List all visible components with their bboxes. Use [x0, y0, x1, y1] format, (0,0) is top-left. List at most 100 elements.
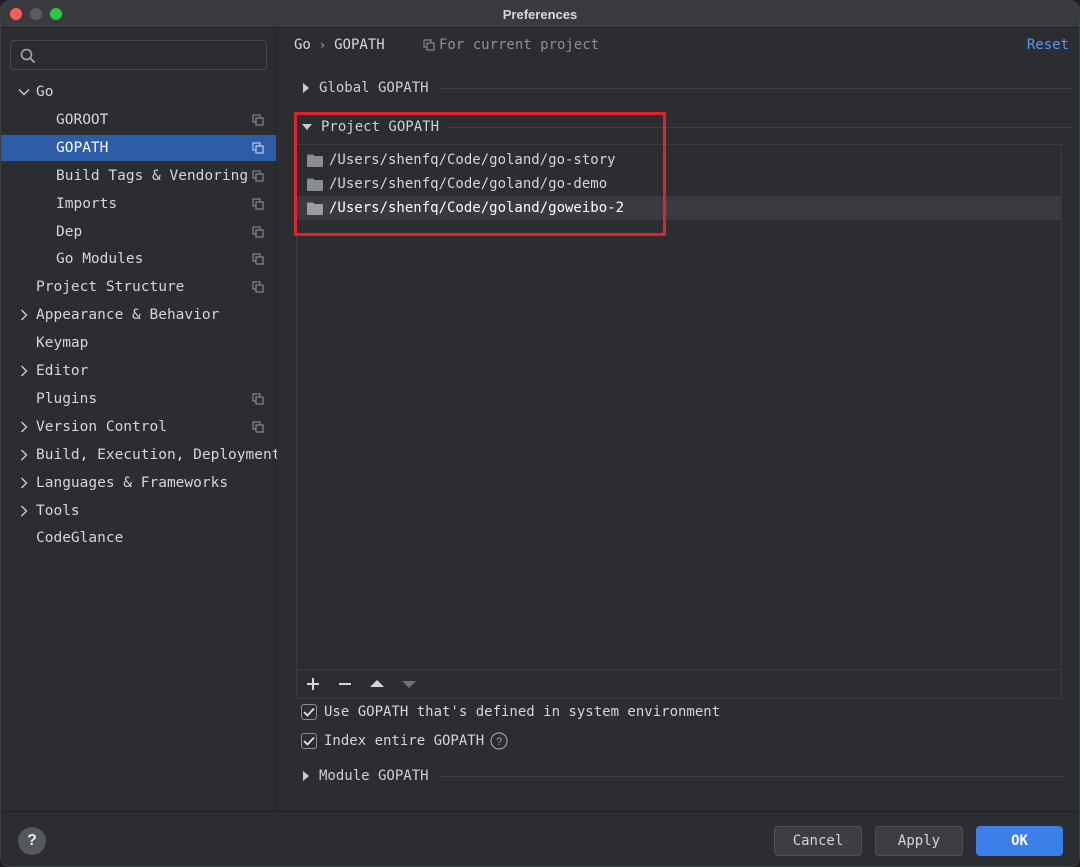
apply-button[interactable]: Apply — [875, 826, 963, 856]
sidebar-item-version-control[interactable]: Version Control — [1, 414, 276, 440]
sidebar-item-label: Keymap — [36, 335, 89, 352]
collapse-arrow-icon — [302, 124, 312, 130]
help-button[interactable]: ? — [18, 827, 46, 855]
copy-icon — [423, 39, 435, 51]
window-controls — [10, 8, 62, 20]
ok-button[interactable]: OK — [976, 826, 1063, 856]
sidebar-item-languages-frameworks[interactable]: Languages & Frameworks — [1, 470, 276, 496]
sidebar-item-gopath[interactable]: GOPATH — [1, 134, 276, 161]
chevron-right-icon[interactable] — [18, 309, 30, 321]
sidebar-item-editor[interactable]: Editor — [1, 358, 276, 384]
sidebar-item-label: Go — [36, 84, 54, 100]
folder-icon — [307, 154, 323, 167]
sidebar-item-label: Build Tags & Vendoring — [56, 167, 249, 184]
project-gopath-list: /Users/shenfq/Code/goland/go-story /User… — [296, 144, 1062, 699]
maximize-window-button[interactable] — [50, 8, 62, 20]
section-divider — [449, 126, 1073, 128]
scope-label: For current project — [439, 37, 600, 53]
project-scope-icon — [252, 421, 264, 433]
sidebar-item-label: Appearance & Behavior — [36, 307, 220, 324]
list-toolbar — [297, 669, 1061, 698]
expand-arrow-icon — [303, 83, 309, 93]
breadcrumb: Go › GOPATH — [294, 37, 385, 53]
use-system-gopath-checkbox[interactable] — [301, 704, 317, 720]
sidebar-item-imports[interactable]: Imports — [1, 191, 276, 217]
preferences-window: Preferences Go GOROOT GOPATH Build Tags & V… — [0, 0, 1080, 867]
chevron-down-icon[interactable] — [18, 86, 30, 98]
chevron-right-icon[interactable] — [18, 477, 30, 489]
sidebar-item-label: CodeGlance — [36, 530, 124, 547]
svg-text:?: ? — [496, 736, 502, 748]
path-list-item[interactable]: /Users/shenfq/Code/goland/go-story — [297, 148, 1061, 172]
arrow-up-icon — [370, 680, 384, 687]
search-icon — [20, 48, 36, 64]
settings-sidebar: Go GOROOT GOPATH Build Tags & Vendoring Impo… — [1, 29, 280, 811]
sidebar-item-dep[interactable]: Dep — [1, 219, 276, 245]
arrow-down-icon — [402, 681, 416, 688]
index-entire-gopath-option[interactable]: Index entire GOPATH ? — [301, 732, 508, 750]
index-entire-gopath-checkbox[interactable] — [301, 733, 317, 749]
sidebar-item-label: Imports — [56, 195, 118, 212]
sidebar-item-appearance-behavior[interactable]: Appearance & Behavior — [1, 302, 276, 328]
sidebar-item-build-tags-vendoring[interactable]: Build Tags & Vendoring — [1, 163, 276, 189]
project-scope-icon — [252, 114, 264, 126]
project-scope-icon — [252, 142, 264, 154]
checkmark-icon — [303, 736, 315, 746]
sidebar-item-label: Editor — [36, 363, 89, 379]
checkmark-icon — [303, 707, 315, 717]
reset-link[interactable]: Reset — [1027, 37, 1069, 53]
move-down-button[interactable] — [393, 671, 425, 697]
settings-main-panel: Go › GOPATH For current project Reset Gl… — [277, 29, 1079, 811]
sidebar-item-label: Build, Execution, Deployment — [36, 446, 281, 463]
expand-arrow-icon — [303, 771, 309, 781]
folder-icon — [307, 178, 323, 191]
path-list-item[interactable]: /Users/shenfq/Code/goland/goweibo-2 — [297, 196, 1061, 220]
breadcrumb-item-go[interactable]: Go — [294, 37, 311, 53]
sidebar-item-project-structure[interactable]: Project Structure — [1, 274, 276, 300]
chevron-right-icon[interactable] — [18, 505, 30, 517]
breadcrumb-item-gopath: GOPATH — [334, 37, 385, 53]
sidebar-item-keymap[interactable]: Keymap — [1, 330, 276, 356]
move-up-button[interactable] — [361, 671, 393, 697]
sidebar-item-goroot[interactable]: GOROOT — [1, 107, 276, 133]
remove-path-button[interactable] — [329, 671, 361, 697]
dialog-footer: ? Cancel Apply OK — [1, 811, 1079, 866]
folder-icon — [307, 202, 323, 215]
sidebar-item-go-modules[interactable]: Go Modules — [1, 246, 276, 272]
section-label: Global GOPATH — [319, 80, 429, 96]
chevron-right-icon[interactable] — [18, 421, 30, 433]
module-gopath-section[interactable]: Module GOPATH — [302, 768, 1066, 784]
minimize-window-button[interactable] — [30, 8, 42, 20]
project-gopath-section[interactable]: Project GOPATH — [302, 119, 1073, 135]
breadcrumb-separator-icon: › — [318, 38, 327, 52]
project-scope-icon — [252, 225, 264, 238]
plus-icon — [307, 678, 319, 690]
minus-icon — [339, 683, 351, 685]
search-input[interactable] — [10, 40, 267, 70]
sidebar-item-label: Plugins — [36, 390, 98, 407]
sidebar-item-tools[interactable]: Tools — [1, 498, 276, 524]
project-scope-icon — [252, 281, 264, 293]
sidebar-item-codeglance[interactable]: CodeGlance — [1, 525, 276, 551]
help-circle-icon[interactable]: ? — [490, 732, 508, 750]
sidebar-item-label: GOROOT — [56, 111, 109, 128]
use-system-gopath-option[interactable]: Use GOPATH that's defined in system envi… — [301, 704, 720, 720]
sidebar-item-label: Dep — [56, 223, 83, 240]
window-title: Preferences — [502, 6, 578, 22]
sidebar-item-go[interactable]: Go — [1, 79, 276, 105]
chevron-right-icon[interactable] — [18, 449, 30, 461]
sidebar-item-plugins[interactable]: Plugins — [1, 386, 276, 412]
chevron-right-icon[interactable] — [18, 365, 30, 377]
global-gopath-section[interactable]: Global GOPATH — [302, 80, 1073, 96]
sidebar-item-build-execution-deployment[interactable]: Build, Execution, Deployment — [1, 442, 280, 468]
path-text: /Users/shenfq/Code/goland/go-story — [329, 152, 616, 168]
cancel-button[interactable]: Cancel — [774, 826, 862, 856]
scope-indicator: For current project — [423, 37, 599, 53]
option-label: Use GOPATH that's defined in system envi… — [324, 704, 721, 720]
path-list-item[interactable]: /Users/shenfq/Code/goland/go-demo — [297, 172, 1061, 196]
project-scope-icon — [252, 393, 264, 405]
close-window-button[interactable] — [10, 8, 22, 20]
add-path-button[interactable] — [297, 671, 329, 697]
sidebar-item-label: Tools — [36, 502, 80, 519]
path-text: /Users/shenfq/Code/goland/go-demo — [329, 176, 608, 192]
